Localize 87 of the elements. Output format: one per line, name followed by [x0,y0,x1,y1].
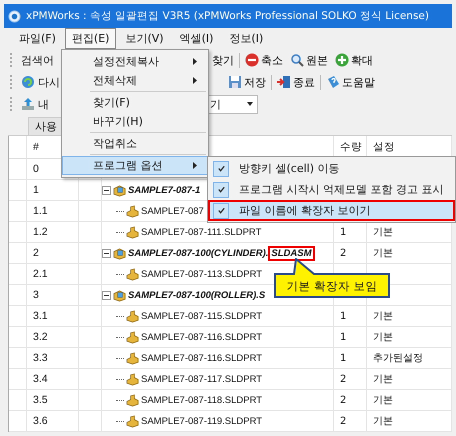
menu-item[interactable]: 프로그램 옵션 [62,156,208,175]
table-cell: 1 [334,327,367,348]
part-name: SAMPLE7-087-115.SLDPRT [141,310,262,322]
table-cell: 기본 [367,390,452,411]
table-cell: 2 [334,390,367,411]
part-icon [126,204,139,218]
upload-tray-icon [21,97,35,111]
table-cell: 기본 [367,327,452,348]
help-book-icon [326,75,340,89]
window-title: xPMWorks : 속성 일괄편집 V3R5 (xPMWorks Professional SOLKO 정식 License) [26,9,429,23]
menu-item[interactable]: 전체삭제 [62,71,208,90]
table-cell: 2 [334,411,367,432]
part-icon [126,268,139,280]
callout-note: 기본 확장자 보임 [274,258,390,298]
table-cell: 3.1 [27,306,79,327]
table-cell: 2 [27,243,79,264]
table-cell: 3.4 [27,369,79,390]
collapse-icon[interactable] [102,186,111,194]
part-name: SAMPLE7-087-116.SLDPRT [141,332,262,342]
part-icon [126,414,139,428]
menu-bar-item[interactable]: 편집(E) [64,28,116,49]
table-cell: 1 [27,180,79,201]
table-cell: 기본 [367,243,452,264]
table-cell: 기본 [367,369,452,390]
refresh-label: 다시 [38,74,60,90]
part-name: SAMPLE7-087-113.SLDPRT [141,268,262,280]
table-cell: 1 [334,348,367,369]
collapse-icon[interactable] [102,248,111,258]
menu-item[interactable]: 프로그램 시작시 억제모델 포함 경고 표시 [208,179,455,200]
assembly-name: SAMPLE7-087-100(ROLLER).S [128,290,266,300]
table-cell: 1 [334,306,367,327]
menu-bar-item[interactable]: 정보(I) [222,28,270,49]
part-icon [126,310,139,322]
collapse-icon[interactable] [102,290,111,300]
part-icon [126,394,139,406]
part-name: SAMPLE7-087-119.SLDPRT [141,416,262,426]
part-icon [126,330,139,344]
import-label: 내 [38,96,49,112]
assembly-name: SAMPLE7-087-1 [128,184,200,196]
search-label: 검색어 [21,52,54,68]
shrink-button[interactable]: 축소 [243,52,285,68]
assembly-icon [113,246,126,260]
exit-button[interactable]: 종료 [275,74,317,90]
table-cell: 2.1 [27,264,79,285]
original-button[interactable]: 원본 [288,52,330,68]
table-cell: 2 [334,243,367,264]
enlarge-button[interactable]: 확대 [333,52,375,68]
menu-item[interactable]: 파일 이름에 확장자 보이기 [208,200,455,221]
menu-item[interactable]: 방향키 셀(cell) 이동 [208,158,455,179]
assembly-icon [113,184,126,196]
table-cell: 3.3 [27,348,79,369]
part-name: SAMPLE7-087-118.SLDPRT [141,394,262,406]
table-cell: 3.6 [27,411,79,432]
menu-bar-item[interactable]: 파일(F) [12,28,63,49]
app-logo-icon [8,10,21,22]
find-button[interactable]: 찾기 [210,52,236,68]
help-button[interactable]: 도움말 [324,74,377,90]
table-cell: 2 [334,369,367,390]
part-name: SAMPLE7-087-117.SLDPRT [141,374,262,384]
menu-bar-item[interactable]: 엑셀(I) [172,28,220,49]
part-icon [126,352,139,364]
menu-bar-item[interactable]: 보기(V) [118,28,171,49]
part-icon [126,372,139,386]
table-cell: 추가된설정 [367,348,452,369]
assembly-icon [113,288,126,302]
assembly-name: SAMPLE7-087-100(CYLINDER). [128,248,268,258]
table-cell: 1.2 [27,222,79,243]
menu-item[interactable]: 찾기(F) [62,93,208,112]
part-icon [126,226,139,238]
table-cell: 기본 [367,306,452,327]
menu-item[interactable]: 설정전체복사 [62,52,208,71]
magnifier-icon [290,53,304,67]
plus-circle-icon [335,53,349,67]
minus-circle-icon [245,53,259,67]
caret-icon [247,102,253,106]
part-name: SAMPLE7-087 [141,206,204,216]
save-button[interactable]: 저장 [226,74,268,90]
file-extension: SLDASM [268,246,315,260]
table-cell: 3.2 [27,327,79,348]
table-cell: 기본 [367,411,452,432]
part-name: SAMPLE7-087-111.SLDPRT [141,226,262,238]
table-cell: 1.1 [27,201,79,222]
table-cell: 3.5 [27,390,79,411]
part-name: SAMPLE7-087-116.SLDPRT [141,352,262,364]
door-exit-icon [277,75,291,89]
table-cell: 3 [27,285,79,306]
refresh-icon [21,75,35,89]
